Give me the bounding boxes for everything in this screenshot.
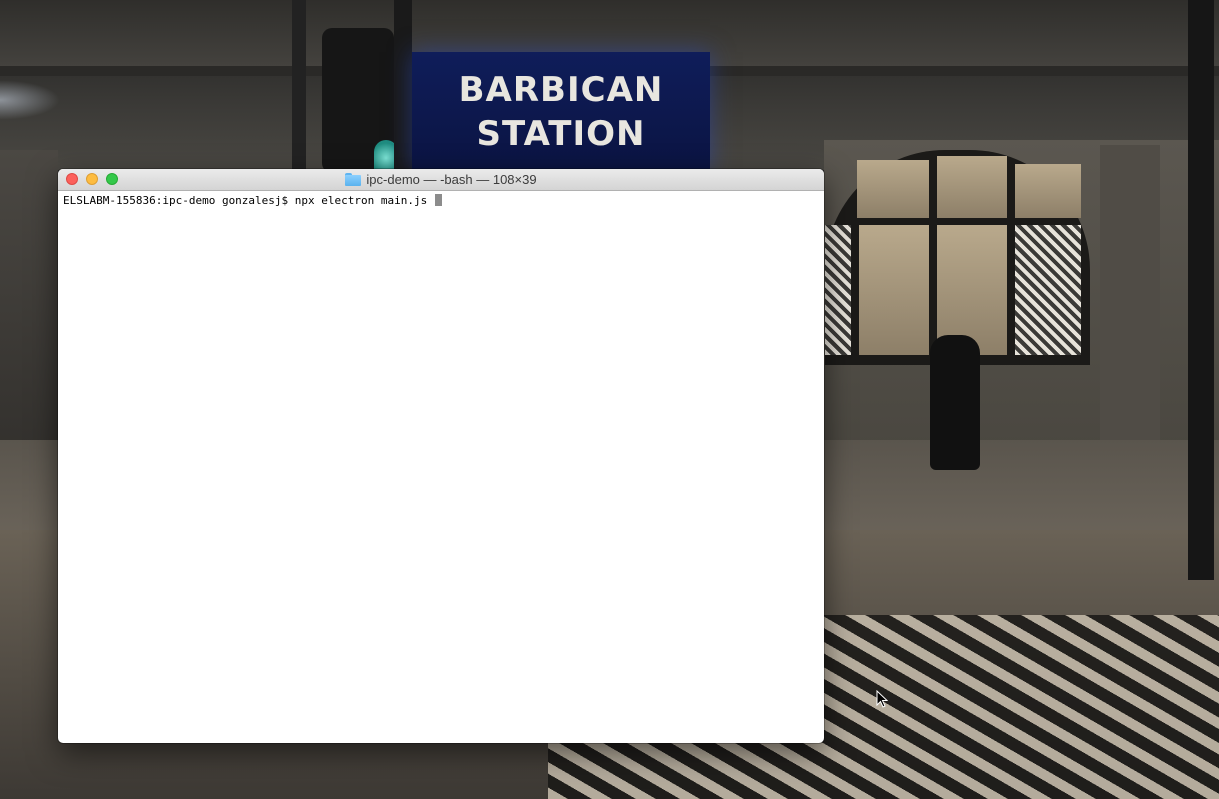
station-sign: BARBICAN STATION [412, 52, 710, 172]
shell-prompt: ELSLABM-155836:ipc-demo gonzalesj$ [63, 194, 295, 207]
pedestrian-figure [930, 335, 980, 470]
folder-icon [345, 173, 362, 186]
arrow-cursor-icon [876, 690, 888, 708]
terminal-window[interactable]: ipc-demo — -bash — 108×39 ELSLABM-155836… [58, 169, 824, 743]
terminal-titlebar[interactable]: ipc-demo — -bash — 108×39 [58, 169, 824, 191]
window-title-text: ipc-demo — -bash — 108×39 [366, 172, 537, 187]
text-cursor [434, 194, 442, 206]
window-title: ipc-demo — -bash — 108×39 [58, 169, 824, 190]
typed-command: npx electron main.js [294, 194, 434, 207]
terminal-content[interactable]: ELSLABM-155836:ipc-demo gonzalesj$ npx e… [58, 191, 824, 211]
station-sign-line1: BARBICAN [458, 70, 664, 110]
station-sign-line2: STATION [476, 114, 646, 154]
desktop[interactable]: BARBICAN STATION ipc-demo — -bash — 108×… [0, 0, 1219, 799]
